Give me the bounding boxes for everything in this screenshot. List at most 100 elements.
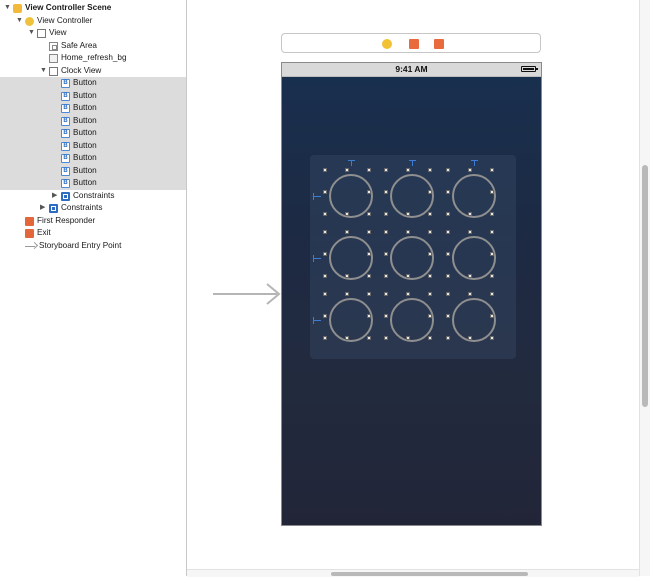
outline-item-view[interactable]: ▼ View (0, 27, 186, 40)
selection-handle[interactable] (367, 212, 371, 216)
outline-item-home-refresh-bg[interactable]: Home_refresh_bg (0, 52, 186, 65)
selection-handle[interactable] (323, 314, 327, 318)
selection-handle[interactable] (323, 190, 327, 194)
selection-handle[interactable] (446, 336, 450, 340)
first-responder-icon[interactable] (409, 39, 419, 49)
outline-item-button[interactable]: B Button (0, 127, 186, 140)
selection-handle[interactable] (446, 252, 450, 256)
selection-handle[interactable] (406, 274, 410, 278)
selection-handle[interactable] (490, 314, 494, 318)
horizontal-scroll-thumb[interactable] (331, 572, 528, 576)
outline-item-view-controller[interactable]: ▼ View Controller (0, 15, 186, 28)
outline-item-button[interactable]: B Button (0, 177, 186, 190)
selection-handle[interactable] (490, 336, 494, 340)
selection-handle[interactable] (384, 168, 388, 172)
selection-handle[interactable] (367, 336, 371, 340)
outline-item-exit[interactable]: Exit (0, 227, 186, 240)
selection-handle[interactable] (446, 292, 450, 296)
outline-item-clock-view[interactable]: ▼ Clock View (0, 65, 186, 78)
selection-handle[interactable] (323, 292, 327, 296)
selection-handle[interactable] (446, 230, 450, 234)
exit-icon[interactable] (434, 39, 444, 49)
selection-handle[interactable] (428, 252, 432, 256)
outline-item-button[interactable]: B Button (0, 152, 186, 165)
selection-handle[interactable] (384, 336, 388, 340)
selection-handle[interactable] (323, 252, 327, 256)
selection-handle[interactable] (384, 314, 388, 318)
selection-handle[interactable] (345, 212, 349, 216)
outline-item-constraints[interactable]: ▶ Constraints (0, 202, 186, 215)
selection-handle[interactable] (468, 168, 472, 172)
selection-handle[interactable] (490, 168, 494, 172)
selection-handle[interactable] (345, 292, 349, 296)
selection-handle[interactable] (428, 212, 432, 216)
selection-handle[interactable] (384, 190, 388, 194)
outline-item-button[interactable]: B Button (0, 139, 186, 152)
outline-item-safe-area[interactable]: Safe Area (0, 40, 186, 53)
selection-handle[interactable] (468, 230, 472, 234)
selection-handle[interactable] (367, 252, 371, 256)
selection-handle[interactable] (446, 212, 450, 216)
selection-handle[interactable] (384, 274, 388, 278)
selection-handle[interactable] (384, 230, 388, 234)
selection-handle[interactable] (367, 168, 371, 172)
selection-handle[interactable] (367, 230, 371, 234)
disclosure-expanded-icon[interactable]: ▼ (28, 27, 35, 40)
selection-handle[interactable] (468, 212, 472, 216)
selection-handle[interactable] (323, 274, 327, 278)
selection-handle[interactable] (446, 190, 450, 194)
selection-handle[interactable] (384, 292, 388, 296)
selection-handle[interactable] (490, 230, 494, 234)
selection-handle[interactable] (468, 274, 472, 278)
selection-handle[interactable] (323, 336, 327, 340)
outline-item-button[interactable]: B Button (0, 114, 186, 127)
selection-handle[interactable] (468, 292, 472, 296)
selection-handle[interactable] (428, 314, 432, 318)
outline-item-button[interactable]: B Button (0, 77, 186, 90)
disclosure-collapsed-icon[interactable]: ▶ (52, 190, 57, 203)
selection-handle[interactable] (428, 274, 432, 278)
selection-handle[interactable] (384, 212, 388, 216)
selection-handle[interactable] (345, 274, 349, 278)
iphone-preview[interactable]: 9:41 AM (281, 62, 542, 526)
selection-handle[interactable] (446, 274, 450, 278)
outline-item-storyboard-entry-point[interactable]: Storyboard Entry Point (0, 240, 186, 253)
selection-handle[interactable] (345, 230, 349, 234)
selection-handle[interactable] (367, 274, 371, 278)
selection-handle[interactable] (428, 292, 432, 296)
outline-item-button[interactable]: B Button (0, 102, 186, 115)
selection-handle[interactable] (323, 168, 327, 172)
selection-handle[interactable] (446, 314, 450, 318)
selection-handle[interactable] (406, 336, 410, 340)
clock-view[interactable] (310, 155, 516, 359)
outline-item-button[interactable]: B Button (0, 89, 186, 102)
vertical-scroll-thumb[interactable] (642, 165, 648, 407)
selection-handle[interactable] (367, 292, 371, 296)
outline-item-first-responder[interactable]: First Responder (0, 215, 186, 228)
selection-handle[interactable] (367, 190, 371, 194)
selection-handle[interactable] (446, 168, 450, 172)
selection-handle[interactable] (323, 212, 327, 216)
disclosure-collapsed-icon[interactable]: ▶ (40, 202, 45, 215)
disclosure-expanded-icon[interactable]: ▼ (16, 15, 23, 28)
selection-handle[interactable] (406, 292, 410, 296)
storyboard-entry-arrow[interactable] (213, 283, 283, 305)
selection-handle[interactable] (468, 336, 472, 340)
disclosure-expanded-icon[interactable]: ▼ (40, 65, 47, 78)
selection-handle[interactable] (345, 336, 349, 340)
selection-handle[interactable] (490, 252, 494, 256)
selection-handle[interactable] (428, 168, 432, 172)
selection-handle[interactable] (345, 168, 349, 172)
selection-handle[interactable] (490, 190, 494, 194)
selection-handle[interactable] (367, 314, 371, 318)
selection-handle[interactable] (406, 230, 410, 234)
outline-item-button[interactable]: B Button (0, 164, 186, 177)
selection-handle[interactable] (406, 212, 410, 216)
outline-item-constraints[interactable]: ▶ Constraints (0, 190, 186, 203)
selection-handle[interactable] (428, 230, 432, 234)
selection-handle[interactable] (384, 252, 388, 256)
disclosure-expanded-icon[interactable]: ▼ (4, 2, 11, 15)
selection-handle[interactable] (406, 168, 410, 172)
selection-handle[interactable] (490, 292, 494, 296)
selection-handle[interactable] (428, 336, 432, 340)
